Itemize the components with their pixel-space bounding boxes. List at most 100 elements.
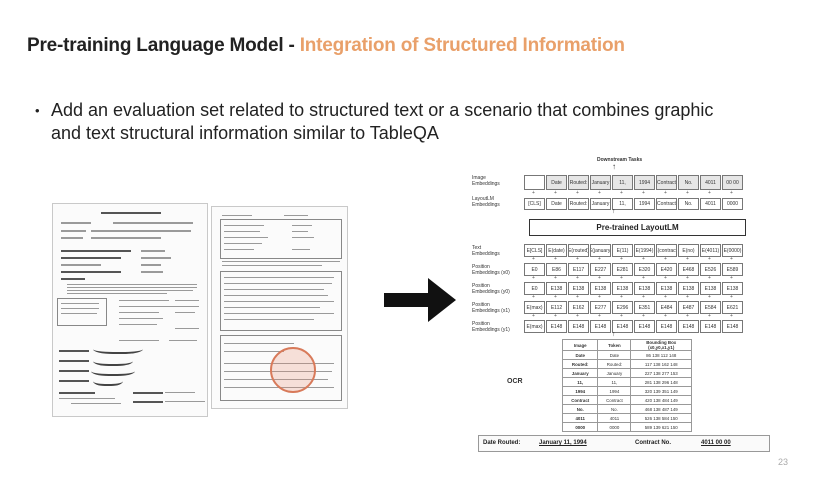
plus-sign: + (664, 256, 667, 262)
table-cell: 86 138 112 148 (630, 350, 692, 360)
bullet-line-1: Add an evaluation set related to structu… (51, 100, 714, 120)
scanned-document-right (211, 206, 348, 409)
plus-sign: + (686, 256, 689, 262)
plus-sign: + (620, 190, 623, 196)
plus-sign: + (730, 256, 733, 262)
table-cell: 0000 (561, 422, 599, 432)
table-cell: No. (561, 404, 599, 414)
plus-sign: + (686, 190, 689, 196)
table-cell: 11, (561, 377, 599, 387)
pos-y1-embedding-cell: E148 (678, 320, 699, 333)
pos-y1-embedding-cell: E148 (656, 320, 677, 333)
bullet-point: • Add an evaluation set related to struc… (35, 99, 805, 145)
pos-y1-embedding-cell: E148 (590, 320, 611, 333)
table-cell: 117 138 162 148 (630, 359, 692, 369)
plus-sign: + (576, 275, 579, 281)
plus-sign: + (642, 313, 645, 319)
table-cell: 320 139 351 149 (630, 386, 692, 396)
layoutlm-embedding-cell: No. (678, 198, 699, 210)
row-label-image-embeddings: Image Embeddings (472, 175, 500, 187)
layoutlm-embedding-cell: 4011 (700, 198, 721, 210)
plus-sign: + (532, 275, 535, 281)
image-embedding-cell: Contract (656, 175, 677, 190)
table-row: 11, 11, 281 138 296 148 (561, 377, 692, 387)
scanned-document-left (52, 203, 208, 417)
table-header-cell: Token (597, 339, 632, 351)
plus-sign: + (730, 294, 733, 300)
plus-sign: + (576, 313, 579, 319)
ocr-label: OCR (507, 378, 523, 385)
layoutlm-embedding-cell: Routed: (568, 198, 589, 210)
row-label-pos-x1: Position Embeddings (x1) (472, 302, 510, 314)
table-cell: 4011 (597, 413, 632, 423)
bullet-line-2: and text structural information similar … (51, 123, 439, 143)
table-row: 4011 4011 526 138 584 150 (561, 413, 692, 423)
table-cell: Contract (597, 395, 632, 405)
plus-sign: + (664, 190, 667, 196)
table-cell: 1994 (561, 386, 599, 396)
plus-sign: + (598, 294, 601, 300)
plus-sign: + (620, 256, 623, 262)
table-cell: Date (597, 350, 632, 360)
plus-sign: + (532, 190, 535, 196)
table-cell: 526 138 584 150 (630, 413, 692, 423)
table-row: No. No. 468 138 487 149 (561, 404, 692, 414)
right-arrow-icon (384, 278, 456, 322)
image-embedding-cell: 1994 (634, 175, 655, 190)
plus-sign: + (554, 313, 557, 319)
pos-y1-embedding-cell: E(max) (524, 320, 545, 333)
plus-sign: + (598, 190, 601, 196)
bullet-icon: • (35, 103, 40, 118)
date-routed-value: January 11, 1994 (539, 440, 587, 446)
plus-sign: + (554, 256, 557, 262)
pos-y1-embedding-cell: E148 (634, 320, 655, 333)
pretrained-layoutlm-box: Pre-trained LayoutLM (529, 219, 746, 236)
row-label-text: Text Embeddings (472, 245, 500, 257)
table-header-cell: Bounding Box (x0,y0,x1,y1) (630, 339, 692, 351)
table-cell: 227 138 277 153 (630, 368, 692, 378)
up-arrow-icon: ↑ (612, 331, 616, 338)
table-cell: 0000 (597, 422, 632, 432)
plus-sign: + (598, 256, 601, 262)
up-arrow-icon: ↑ (612, 208, 616, 215)
table-cell: 468 138 487 149 (630, 404, 692, 414)
table-cell: No. (597, 404, 632, 414)
plus-sign: + (686, 313, 689, 319)
plus-sign: + (620, 313, 623, 319)
plus-sign: + (708, 313, 711, 319)
table-row: 1994 1994 320 139 351 149 (561, 386, 692, 396)
layoutlm-embedding-cell: [CLS] (524, 198, 545, 210)
plus-sign: + (730, 190, 733, 196)
plus-sign: + (664, 294, 667, 300)
layoutlm-diagram: Downstream Tasks ↑ Image Embeddings Date Rou… (472, 155, 762, 455)
plus-sign: + (532, 294, 535, 300)
plus-sign: + (730, 313, 733, 319)
image-embedding-cell: 00 00 (722, 175, 743, 190)
table-cell: 589 139 621 150 (630, 422, 692, 432)
row-label-pos-y0: Position Embeddings (y0) (472, 283, 510, 295)
table-cell: 4011 (561, 413, 599, 423)
plus-sign: + (730, 275, 733, 281)
plus-sign: + (554, 275, 557, 281)
image-embedding-cell: Routed: (568, 175, 589, 190)
image-embedding-cell: No. (678, 175, 699, 190)
row-label-layoutlm-embeddings: LayoutLM Embeddings (472, 196, 500, 208)
plus-sign: + (708, 275, 711, 281)
plus-sign: + (642, 275, 645, 281)
row-label-pos-x0: Position Embeddings (x0) (472, 264, 510, 276)
table-cell: 281 138 296 148 (630, 377, 692, 387)
plus-sign: + (620, 275, 623, 281)
table-cell: Routed: (597, 359, 632, 369)
layoutlm-embedding-cell: 1994 (634, 198, 655, 210)
ocr-token-table: Image Token Bounding Box (x0,y0,x1,y1) Date… (561, 339, 692, 432)
pos-y1-embedding-cell: E148 (568, 320, 589, 333)
table-cell: Date (561, 350, 599, 360)
table-header-cell: Image (561, 339, 599, 351)
table-cell: Contract (561, 395, 599, 405)
plus-sign: + (620, 294, 623, 300)
plus-sign: + (532, 256, 535, 262)
title-accent: Integration of Structured Information (299, 35, 625, 56)
table-cell: 11, (597, 377, 632, 387)
slide: Pre-training Language Model - Integratio… (0, 0, 830, 478)
up-arrow-icon: ↑ (612, 162, 616, 171)
